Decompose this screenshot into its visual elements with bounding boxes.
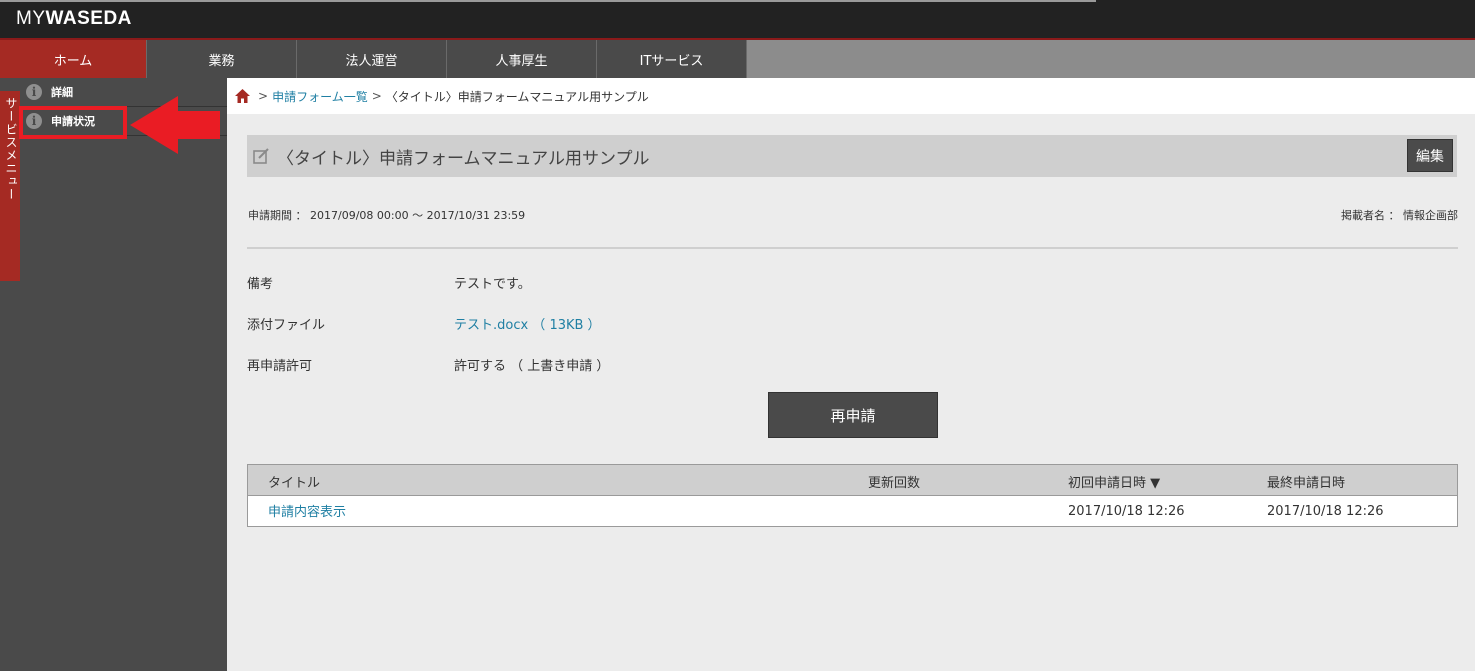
divider bbox=[247, 247, 1458, 249]
form-title: 〈タイトル〉申請フォームマニュアル用サンプル bbox=[277, 148, 650, 169]
breadcrumb-link-form-list[interactable]: 申請フォーム一覧 bbox=[272, 88, 368, 105]
annotation-arrow-icon bbox=[130, 96, 220, 154]
attachment-label: 添付ファイル bbox=[247, 318, 326, 333]
tab-corporate[interactable]: 法人運営 bbox=[297, 40, 447, 78]
reapply-button[interactable]: 再申請 bbox=[768, 392, 938, 438]
last-date-cell: 2017/10/18 12:26 bbox=[1267, 504, 1384, 519]
view-application-link[interactable]: 申請内容表示 bbox=[268, 501, 346, 520]
info-icon: i bbox=[26, 84, 42, 100]
service-menu-tab[interactable]: サービスメニュー bbox=[0, 91, 20, 281]
logo-waseda: WASEDA bbox=[45, 8, 132, 29]
sidebar-item-label: 詳細 bbox=[51, 86, 73, 99]
column-header-title[interactable]: タイトル bbox=[268, 472, 320, 491]
remarks-value: テストです。 bbox=[454, 277, 531, 292]
column-header-last-date[interactable]: 最終申請日時 bbox=[1267, 472, 1345, 491]
first-date-cell: 2017/10/18 12:26 bbox=[1068, 504, 1185, 519]
column-header-update-count[interactable]: 更新回数 bbox=[868, 472, 920, 491]
tab-hr[interactable]: 人事厚生 bbox=[447, 40, 597, 78]
top-header: MYWASEDA bbox=[0, 0, 1475, 40]
home-icon[interactable] bbox=[235, 89, 250, 103]
table-row: 申請内容表示 2017/10/18 12:26 2017/10/18 12:26 bbox=[248, 496, 1457, 526]
attachment-link[interactable]: テスト.docx （ 13KB ） bbox=[454, 314, 601, 333]
remarks-label: 備考 bbox=[247, 277, 274, 292]
column-header-first-date[interactable]: 初回申請日時 ▼ bbox=[1068, 472, 1160, 491]
breadcrumb-current: 〈タイトル〉申請フォームマニュアル用サンプル bbox=[385, 89, 649, 104]
tab-it-services[interactable]: ITサービス bbox=[597, 40, 747, 78]
breadcrumb-separator: > bbox=[258, 89, 269, 103]
breadcrumb: > 申請フォーム一覧 > 〈タイトル〉申請フォームマニュアル用サンプル bbox=[227, 78, 1475, 114]
table-header: タイトル 更新回数 初回申請日時 ▼ 最終申請日時 bbox=[248, 465, 1457, 496]
main-nav: ホーム 業務 法人運営 人事厚生 ITサービス bbox=[0, 40, 1475, 78]
breadcrumb-separator: > bbox=[371, 89, 382, 103]
author-name: 掲載者名 ： 情報企画部 bbox=[1341, 209, 1458, 222]
sidebar: サービスメニュー i 詳細 i 申請状況 bbox=[0, 78, 227, 671]
mywaseda-logo[interactable]: MYWASEDA bbox=[16, 8, 132, 30]
main-content: > 申請フォーム一覧 > 〈タイトル〉申請フォームマニュアル用サンプル 〈タイト… bbox=[227, 78, 1475, 671]
logo-my: MY bbox=[16, 8, 46, 29]
header-top-line bbox=[0, 0, 1096, 2]
edit-icon bbox=[253, 148, 269, 164]
application-period: 申請期間 ： 2017/09/08 00:00 〜 2017/10/31 23:… bbox=[248, 209, 526, 222]
application-history-table: タイトル 更新回数 初回申請日時 ▼ 最終申請日時 申請内容表示 2017/10… bbox=[247, 464, 1458, 527]
form-title-bar: 〈タイトル〉申請フォームマニュアル用サンプル 編集 bbox=[247, 135, 1457, 177]
edit-button[interactable]: 編集 bbox=[1407, 139, 1453, 172]
tab-home[interactable]: ホーム bbox=[0, 40, 147, 78]
tab-business[interactable]: 業務 bbox=[147, 40, 297, 78]
reapply-permission-label: 再申請許可 bbox=[247, 359, 313, 374]
reapply-permission-value: 許可する （ 上書き申請 ） bbox=[454, 359, 610, 374]
annotation-highlight-box bbox=[19, 106, 127, 139]
